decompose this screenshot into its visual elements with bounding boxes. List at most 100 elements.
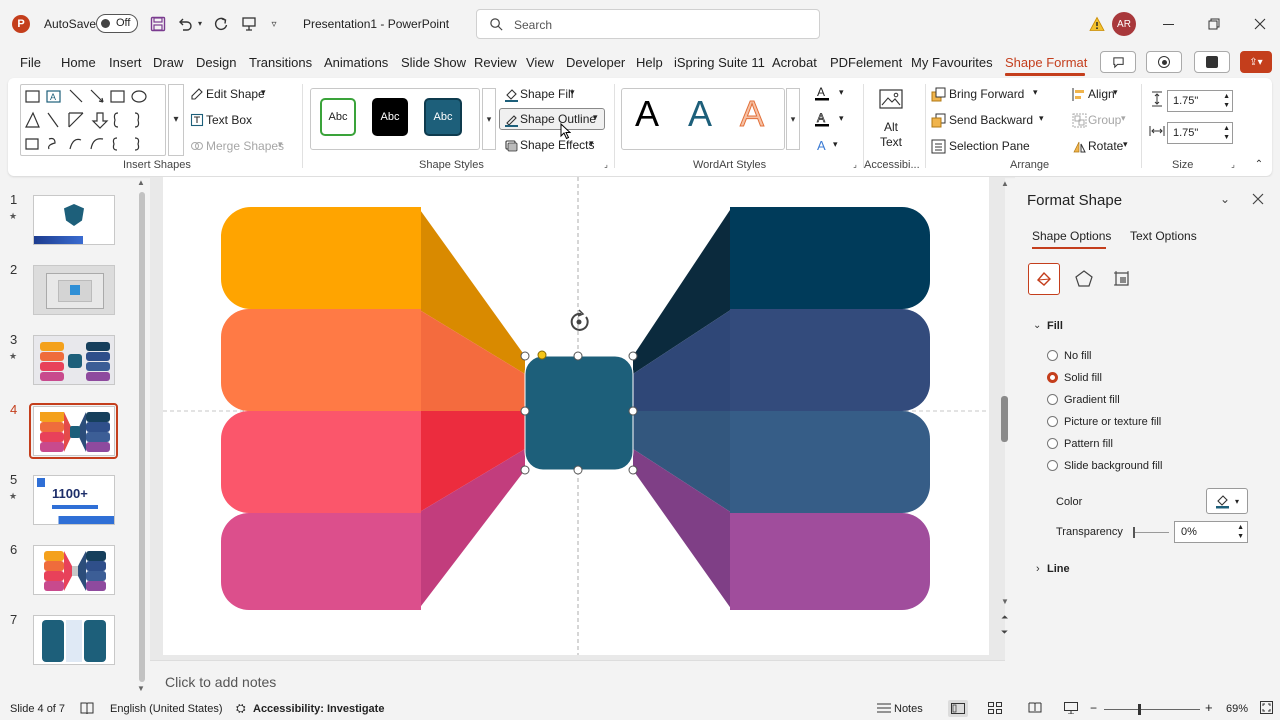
warning-icon[interactable] — [1087, 14, 1107, 34]
accessibility-status[interactable]: Accessibility: Investigate — [253, 703, 384, 715]
fill-section-chevron-icon[interactable]: ⌄ — [1033, 320, 1041, 331]
slide-background-fill-label[interactable]: Slide background fill — [1064, 460, 1162, 472]
effects-tab-icon[interactable] — [1072, 267, 1096, 291]
shape-effects-button[interactable]: Shape Effects — [520, 138, 595, 152]
pane-options-chevron-icon[interactable]: ⌄ — [1220, 192, 1230, 206]
shape-fill-icon[interactable] — [503, 86, 519, 102]
pattern-fill-radio[interactable] — [1047, 438, 1058, 449]
record-icon[interactable] — [1146, 51, 1182, 73]
thumbnails-scroll-down-icon[interactable]: ▼ — [137, 684, 145, 693]
zoom-out-icon[interactable]: − — [1090, 701, 1097, 715]
close-icon[interactable] — [1248, 14, 1272, 34]
rotate-caret[interactable]: ▾ — [1123, 139, 1128, 150]
menu-review[interactable]: Review — [474, 55, 517, 70]
text-effects-caret[interactable]: ▾ — [833, 139, 838, 150]
notes-pane[interactable]: Click to add notes — [150, 660, 1005, 698]
align-icon[interactable] — [1071, 86, 1087, 102]
tab-text-options[interactable]: Text Options — [1130, 229, 1197, 243]
fit-slide-icon[interactable] — [1260, 701, 1273, 717]
menu-developer[interactable]: Developer — [566, 55, 625, 70]
edit-shape-icon[interactable] — [189, 86, 205, 102]
picture-fill-radio[interactable] — [1047, 416, 1058, 427]
gradient-fill-radio[interactable] — [1047, 394, 1058, 405]
text-box-icon[interactable] — [189, 112, 205, 128]
rotate-icon[interactable] — [1071, 138, 1087, 154]
share-icon[interactable]: ⇪▾ — [1240, 51, 1272, 73]
zoom-level[interactable]: 69% — [1226, 703, 1248, 715]
language[interactable]: English (United States) — [110, 703, 223, 715]
notes-toggle-icon[interactable] — [876, 702, 892, 718]
rotate-button[interactable]: Rotate — [1088, 139, 1123, 153]
size-properties-tab-icon[interactable] — [1110, 267, 1134, 291]
slide-thumbnail-7[interactable] — [33, 615, 115, 665]
shape-style-blue-fill[interactable]: Abc — [424, 98, 462, 136]
text-outline-icon[interactable]: A — [813, 110, 831, 128]
shape-fill-button[interactable]: Shape Fill — [520, 87, 573, 101]
selection-pane-icon[interactable] — [930, 138, 946, 154]
line-section-header[interactable]: Line — [1047, 563, 1070, 575]
avatar[interactable]: AR — [1112, 12, 1136, 36]
zoom-in-icon[interactable]: + — [1205, 700, 1213, 715]
menu-animations[interactable]: Animations — [324, 55, 388, 70]
undo-dropdown-icon[interactable]: ▾ — [196, 16, 204, 30]
text-fill-icon[interactable]: A — [813, 84, 831, 102]
zoom-slider-thumb[interactable] — [1138, 704, 1141, 715]
shapes-gallery-more-icon[interactable]: ▾ — [168, 84, 184, 156]
pane-close-icon[interactable] — [1252, 193, 1264, 208]
menu-view[interactable]: View — [526, 55, 554, 70]
shape-styles-more-icon[interactable]: ▾ — [482, 88, 496, 150]
send-backward-caret[interactable]: ▾ — [1039, 113, 1044, 124]
menu-design[interactable]: Design — [196, 55, 236, 70]
slideshow-view-icon[interactable] — [1064, 702, 1078, 717]
no-fill-radio[interactable] — [1047, 350, 1058, 361]
picture-fill-label[interactable]: Picture or texture fill — [1064, 416, 1161, 428]
notes-toggle[interactable]: Notes — [894, 703, 923, 715]
fill-section-header[interactable]: Fill — [1047, 320, 1063, 332]
tab-shape-options[interactable]: Shape Options — [1032, 229, 1111, 243]
thumbnails-scroll-up-icon[interactable]: ▲ — [137, 178, 145, 187]
transparency-slider-thumb[interactable] — [1133, 527, 1135, 538]
transparency-spin-icon[interactable]: ▲ ▼ — [1237, 523, 1244, 541]
line-section-chevron-icon[interactable]: › — [1036, 563, 1040, 575]
text-outline-caret[interactable]: ▾ — [839, 113, 844, 124]
spelling-icon[interactable] — [80, 702, 94, 718]
send-backward-button[interactable]: Send Backward — [949, 113, 1033, 127]
bring-forward-caret[interactable]: ▾ — [1033, 87, 1038, 98]
shapes-gallery[interactable]: A — [20, 84, 166, 156]
next-slide-icon[interactable]: ⏷ — [1001, 627, 1008, 638]
menu-shape-format[interactable]: Shape Format — [1005, 55, 1087, 70]
no-fill-label[interactable]: No fill — [1064, 350, 1092, 362]
menu-draw[interactable]: Draw — [153, 55, 183, 70]
menu-insert[interactable]: Insert — [109, 55, 142, 70]
slide-thumbnail-6[interactable] — [33, 545, 115, 595]
menu-slide-show[interactable]: Slide Show — [401, 55, 466, 70]
shape-width-input[interactable]: 1.75" ▲ ▼ — [1167, 122, 1233, 144]
bring-forward-button[interactable]: Bring Forward — [949, 87, 1024, 101]
canvas-scroll-up-icon[interactable]: ▲ — [1001, 179, 1009, 188]
fill-line-tab-icon[interactable] — [1028, 263, 1060, 295]
slide-canvas[interactable] — [163, 177, 989, 655]
teams-icon[interactable] — [1194, 51, 1230, 73]
text-box-button[interactable]: Text Box — [206, 113, 252, 127]
solid-fill-label[interactable]: Solid fill — [1064, 372, 1102, 384]
minimize-icon[interactable] — [1156, 14, 1180, 34]
autosave-toggle[interactable]: Off — [96, 14, 138, 33]
wordart-style-blue[interactable]: A — [688, 96, 712, 132]
zoom-slider[interactable] — [1104, 704, 1200, 715]
shape-style-green-outline[interactable]: Abc — [320, 98, 356, 136]
shape-effects-icon[interactable] — [503, 137, 519, 153]
slide-sorter-icon[interactable] — [988, 702, 1002, 717]
thumbnails-scrollbar[interactable] — [139, 192, 145, 682]
menu-pdfelement[interactable]: PDFelement — [830, 55, 902, 70]
bring-forward-icon[interactable] — [930, 86, 946, 102]
slide-thumbnail-2[interactable] — [33, 265, 115, 315]
collapse-ribbon-icon[interactable]: ⌃ — [1252, 158, 1266, 172]
shape-style-black-fill[interactable]: Abc — [372, 98, 408, 136]
shape-width-spin-icon[interactable]: ▲ ▼ — [1223, 124, 1230, 142]
pattern-fill-label[interactable]: Pattern fill — [1064, 438, 1113, 450]
alt-text-button[interactable]: Alt Text — [880, 120, 902, 150]
wordart-launcher-icon[interactable]: ⌟ — [850, 160, 860, 170]
present-icon[interactable] — [239, 14, 259, 34]
selection-pane-button[interactable]: Selection Pane — [949, 139, 1030, 153]
menu-ispring[interactable]: iSpring Suite 11 — [674, 55, 765, 70]
